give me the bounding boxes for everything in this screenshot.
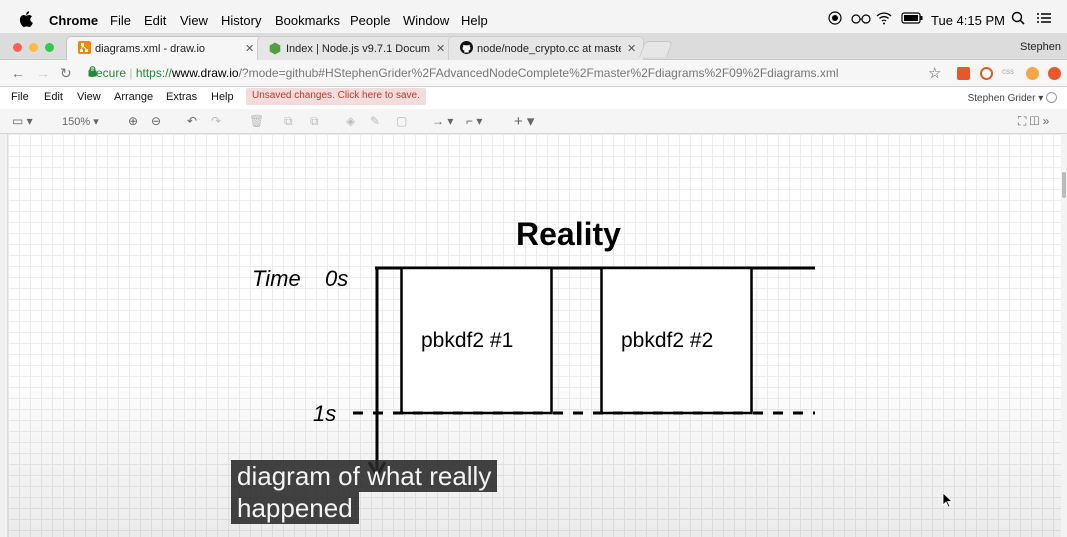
screen: Chrome File Edit View History Bookmarks … <box>0 0 1067 537</box>
box2-label: pbkdf2 #2 <box>621 329 714 352</box>
box1-label: pbkdf2 #1 <box>421 329 514 352</box>
subtitle-line-1: diagram of what really <box>231 460 498 492</box>
subtitle-line-2: happened <box>231 492 359 524</box>
diagram-shapes <box>353 266 815 480</box>
zero-seconds-label[interactable]: 0s <box>325 266 348 292</box>
one-second-label[interactable]: 1s <box>313 401 336 427</box>
time-label[interactable]: Time <box>252 266 301 292</box>
mouse-cursor-icon <box>942 492 954 508</box>
diagram-title[interactable]: Reality <box>516 216 621 253</box>
